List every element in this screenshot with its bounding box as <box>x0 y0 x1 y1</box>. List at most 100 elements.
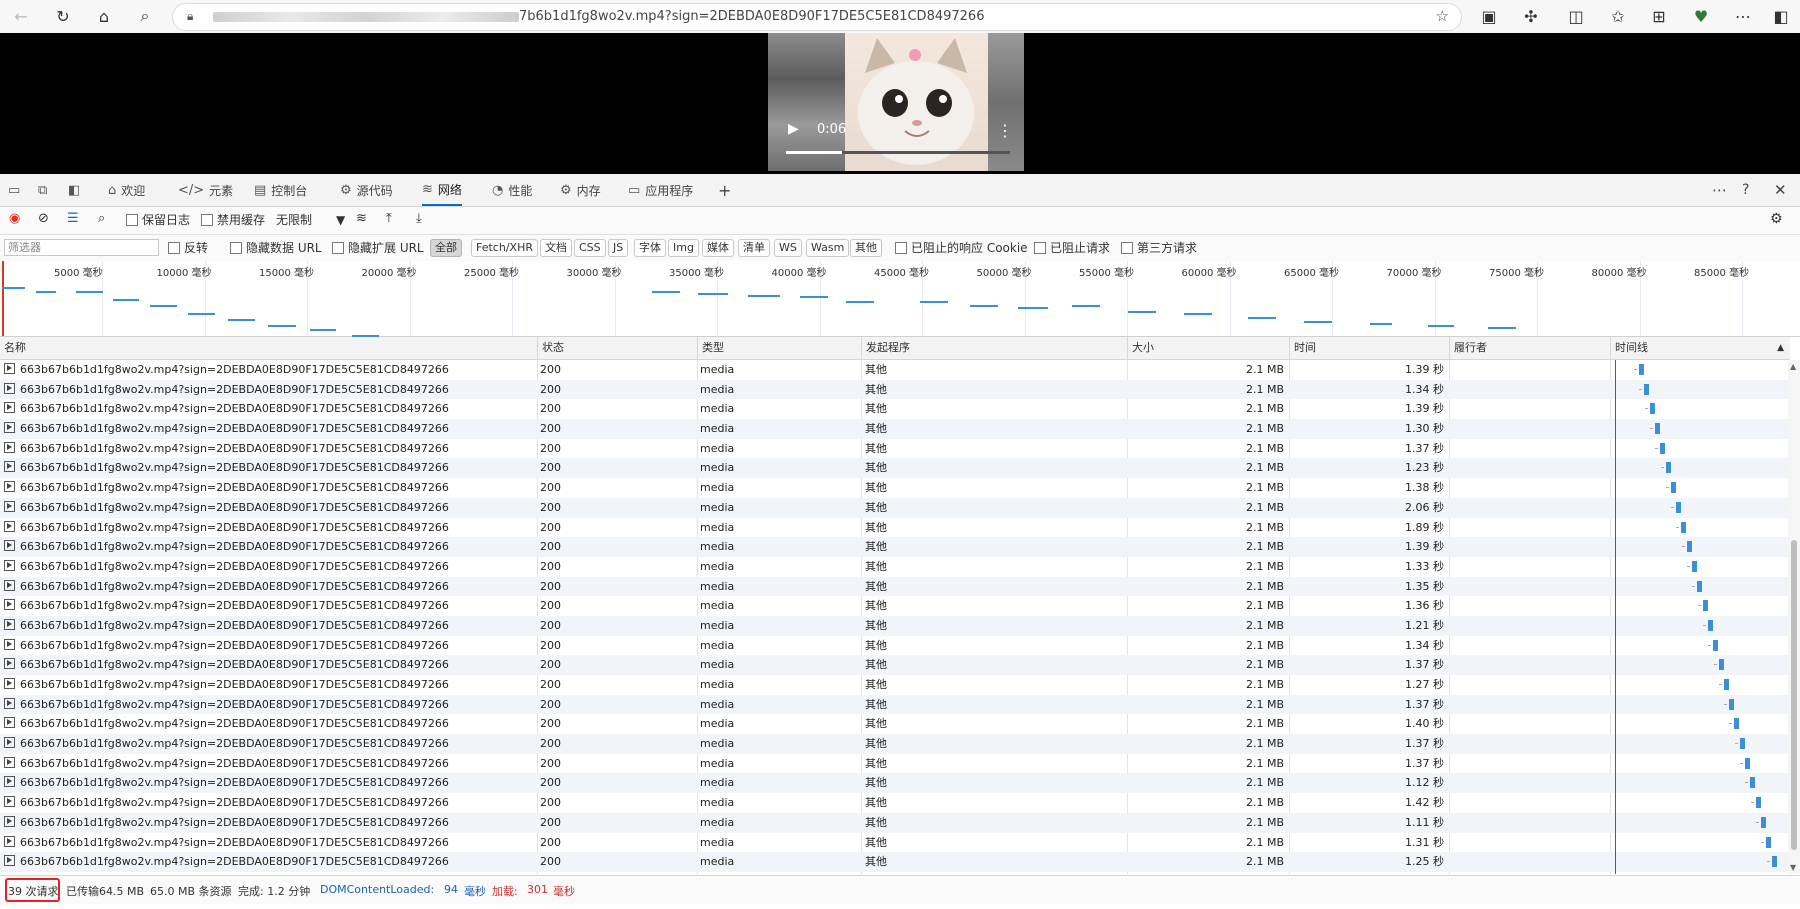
filter-type-fetch[interactable]: Fetch/XHR <box>471 239 538 257</box>
more-icon[interactable]: ⋯ <box>1712 174 1727 206</box>
table-row[interactable]: 663b67b6b1d1fg8wo2v.mp4?sign=2DEBDA0E8D9… <box>0 754 1790 774</box>
table-row[interactable]: 663b67b6b1d1fg8wo2v.mp4?sign=2DEBDA0E8D9… <box>0 458 1790 479</box>
col-initiator[interactable]: 发起程序 <box>861 337 1127 359</box>
hide-ext-url-checkbox[interactable]: 隐藏扩展 URL <box>332 239 424 256</box>
table-row[interactable]: 663b67b6b1d1fg8wo2v.mp4?sign=2DEBDA0E8D9… <box>0 675 1790 695</box>
request-name[interactable]: 663b67b6b1d1fg8wo2v.mp4?sign=2DEBDA0E8D9… <box>4 577 534 597</box>
table-row[interactable]: 663b67b6b1d1fg8wo2v.mp4?sign=2DEBDA0E8D9… <box>0 852 1790 872</box>
col-waterfall[interactable]: 时间线 ▲ <box>1610 337 1790 359</box>
home-icon[interactable]: ⌂ <box>93 5 115 27</box>
tab-performance[interactable]: ◔ 性能 <box>492 174 532 206</box>
blocked-cookies-checkbox[interactable]: 已阻止的响应 Cookie <box>895 239 1028 256</box>
filter-type-wasm[interactable]: Wasm <box>806 239 850 257</box>
third-party-checkbox[interactable]: 第三方请求 <box>1121 239 1197 256</box>
extensions-icon[interactable]: ✣ <box>1520 5 1542 27</box>
table-row[interactable]: 663b67b6b1d1fg8wo2v.mp4?sign=2DEBDA0E8D9… <box>0 360 1790 380</box>
network-conditions-icon[interactable]: ≋ <box>356 211 367 226</box>
request-name[interactable]: 663b67b6b1d1fg8wo2v.mp4?sign=2DEBDA0E8D9… <box>4 813 534 833</box>
table-row[interactable]: 663b67b6b1d1fg8wo2v.mp4?sign=2DEBDA0E8D9… <box>0 379 1790 400</box>
filter-input[interactable]: 筛选器 <box>4 239 159 256</box>
request-name[interactable]: 663b67b6b1d1fg8wo2v.mp4?sign=2DEBDA0E8D9… <box>4 655 534 675</box>
device-emulation-icon[interactable]: ▭ <box>8 174 20 206</box>
back-icon[interactable]: ← <box>10 5 32 27</box>
tab-network[interactable]: ≋ 网络 <box>422 174 462 206</box>
scrollbar-thumb[interactable] <box>1791 540 1797 850</box>
request-name[interactable]: 663b67b6b1d1fg8wo2v.mp4?sign=2DEBDA0E8D9… <box>4 557 534 577</box>
table-row[interactable]: 663b67b6b1d1fg8wo2v.mp4?sign=2DEBDA0E8D9… <box>0 793 1790 813</box>
table-row[interactable]: 663b67b6b1d1fg8wo2v.mp4?sign=2DEBDA0E8D9… <box>0 655 1790 675</box>
request-name[interactable]: 663b67b6b1d1fg8wo2v.mp4?sign=2DEBDA0E8D9… <box>4 793 534 813</box>
request-name[interactable]: 663b67b6b1d1fg8wo2v.mp4?sign=2DEBDA0E8D9… <box>4 773 534 793</box>
filter-type-media[interactable]: 媒体 <box>702 239 734 257</box>
collections-icon[interactable]: ▣ <box>1478 5 1500 27</box>
table-row[interactable]: 663b67b6b1d1fg8wo2v.mp4?sign=2DEBDA0E8D9… <box>0 636 1790 656</box>
table-row[interactable]: 663b67b6b1d1fg8wo2v.mp4?sign=2DEBDA0E8D9… <box>0 518 1790 538</box>
request-name[interactable]: 663b67b6b1d1fg8wo2v.mp4?sign=2DEBDA0E8D9… <box>4 616 534 636</box>
request-name[interactable]: 663b67b6b1d1fg8wo2v.mp4?sign=2DEBDA0E8D9… <box>4 498 534 518</box>
inspect-icon[interactable]: ⧉ <box>38 174 47 206</box>
video-progress[interactable] <box>786 151 1010 154</box>
col-time[interactable]: 时间 <box>1289 337 1449 359</box>
table-row[interactable]: 663b67b6b1d1fg8wo2v.mp4?sign=2DEBDA0E8D9… <box>0 439 1790 459</box>
col-fulfilled[interactable]: 履行者 <box>1449 337 1610 359</box>
request-name[interactable]: 663b67b6b1d1fg8wo2v.mp4?sign=2DEBDA0E8D9… <box>4 518 534 538</box>
table-row[interactable]: 663b67b6b1d1fg8wo2v.mp4?sign=2DEBDA0E8D9… <box>0 537 1790 557</box>
scrollbar[interactable]: ▲ ▼ <box>1788 360 1800 874</box>
request-name[interactable]: 663b67b6b1d1fg8wo2v.mp4?sign=2DEBDA0E8D9… <box>4 360 534 380</box>
request-name[interactable]: 663b67b6b1d1fg8wo2v.mp4?sign=2DEBDA0E8D9… <box>4 439 534 459</box>
preserve-log-checkbox[interactable]: 保留日志 <box>126 211 190 228</box>
split-screen-icon[interactable]: ◫ <box>1565 5 1587 27</box>
table-row[interactable]: 663b67b6b1d1fg8wo2v.mp4?sign=2DEBDA0E8D9… <box>0 734 1790 754</box>
filter-type-ws[interactable]: WS <box>774 239 802 257</box>
blocked-requests-checkbox[interactable]: 已阻止请求 <box>1034 239 1110 256</box>
request-name[interactable]: 663b67b6b1d1fg8wo2v.mp4?sign=2DEBDA0E8D9… <box>4 695 534 715</box>
video-menu-icon[interactable]: ⋮ <box>997 121 1013 140</box>
filter-type-img[interactable]: Img <box>668 239 699 257</box>
refresh-icon[interactable]: ↻ <box>52 5 74 27</box>
table-row[interactable]: 663b67b6b1d1fg8wo2v.mp4?sign=2DEBDA0E8D9… <box>0 812 1790 833</box>
network-overview[interactable]: 5000 毫秒 10000 毫秒 15000 毫秒 20000 毫秒 25000 毫秒 3… <box>0 261 1800 357</box>
request-name[interactable]: 663b67b6b1d1fg8wo2v.mp4?sign=2DEBDA0E8D9… <box>4 833 534 853</box>
throttle-select[interactable]: 无限制 ▼ <box>276 211 345 228</box>
address-bar[interactable]: 🔒︎ 7b6b1d1fg8wo2v.mp4?sign=2DEBDA0E8D90F… <box>172 3 1462 31</box>
filter-icon[interactable]: ☰ <box>67 211 79 226</box>
filter-type-font[interactable]: 字体 <box>634 239 666 257</box>
tab-memory[interactable]: ⚙ 内存 <box>560 174 601 206</box>
invert-checkbox[interactable]: 反转 <box>168 239 208 256</box>
table-row[interactable]: 663b67b6b1d1fg8wo2v.mp4?sign=2DEBDA0E8D9… <box>0 576 1790 597</box>
import-icon[interactable]: ⤒ <box>386 211 392 226</box>
table-row[interactable]: 663b67b6b1d1fg8wo2v.mp4?sign=2DEBDA0E8D9… <box>0 557 1790 577</box>
hide-data-url-checkbox[interactable]: 隐藏数据 URL <box>230 239 322 256</box>
table-row[interactable]: 663b67b6b1d1fg8wo2v.mp4?sign=2DEBDA0E8D9… <box>0 833 1790 853</box>
request-name[interactable]: 663b67b6b1d1fg8wo2v.mp4?sign=2DEBDA0E8D9… <box>4 714 534 734</box>
sidebar-toggle-icon[interactable]: ◧ <box>1770 5 1792 27</box>
request-name[interactable]: 663b67b6b1d1fg8wo2v.mp4?sign=2DEBDA0E8D9… <box>4 478 534 498</box>
add-tab-icon[interactable]: + <box>718 174 731 206</box>
filter-type-css[interactable]: CSS <box>574 239 606 257</box>
tab-application[interactable]: ▭ 应用程序 <box>628 174 693 206</box>
request-name[interactable]: 663b67b6b1d1fg8wo2v.mp4?sign=2DEBDA0E8D9… <box>4 754 534 774</box>
table-row[interactable]: 663b67b6b1d1fg8wo2v.mp4?sign=2DEBDA0E8D9… <box>0 714 1790 734</box>
search-icon[interactable]: ⌕ <box>98 211 105 226</box>
scroll-up-icon[interactable]: ▲ <box>1790 362 1796 371</box>
clear-icon[interactable]: ⊘ <box>38 211 49 226</box>
filter-type-all[interactable]: 全部 <box>430 239 462 257</box>
help-icon[interactable]: ? <box>1742 174 1749 206</box>
table-row[interactable]: 663b67b6b1d1fg8wo2v.mp4?sign=2DEBDA0E8D9… <box>0 478 1790 498</box>
table-row[interactable]: 663b67b6b1d1fg8wo2v.mp4?sign=2DEBDA0E8D9… <box>0 497 1790 518</box>
tab-console[interactable]: ▤ 控制台 <box>254 174 307 206</box>
request-name[interactable]: 663b67b6b1d1fg8wo2v.mp4?sign=2DEBDA0E8D9… <box>4 399 534 419</box>
browser-essentials-icon[interactable]: ♥ <box>1690 5 1712 27</box>
settings-icon[interactable]: ⚙ <box>1770 211 1783 227</box>
request-name[interactable]: 663b67b6b1d1fg8wo2v.mp4?sign=2DEBDA0E8D9… <box>4 596 534 616</box>
favorites-icon[interactable]: ✩ <box>1607 5 1629 27</box>
star-icon[interactable]: ☆ <box>1436 7 1449 25</box>
scroll-down-icon[interactable]: ▼ <box>1790 863 1796 872</box>
tab-sources[interactable]: ⚙ 源代码 <box>340 174 393 206</box>
more-icon[interactable]: ⋯ <box>1732 5 1754 27</box>
collections-add-icon[interactable]: ⊞ <box>1648 5 1670 27</box>
filter-type-manifest[interactable]: 清单 <box>738 239 770 257</box>
table-row[interactable]: 663b67b6b1d1fg8wo2v.mp4?sign=2DEBDA0E8D9… <box>0 399 1790 419</box>
request-name[interactable]: 663b67b6b1d1fg8wo2v.mp4?sign=2DEBDA0E8D9… <box>4 419 534 439</box>
request-name[interactable]: 663b67b6b1d1fg8wo2v.mp4?sign=2DEBDA0E8D9… <box>4 537 534 557</box>
